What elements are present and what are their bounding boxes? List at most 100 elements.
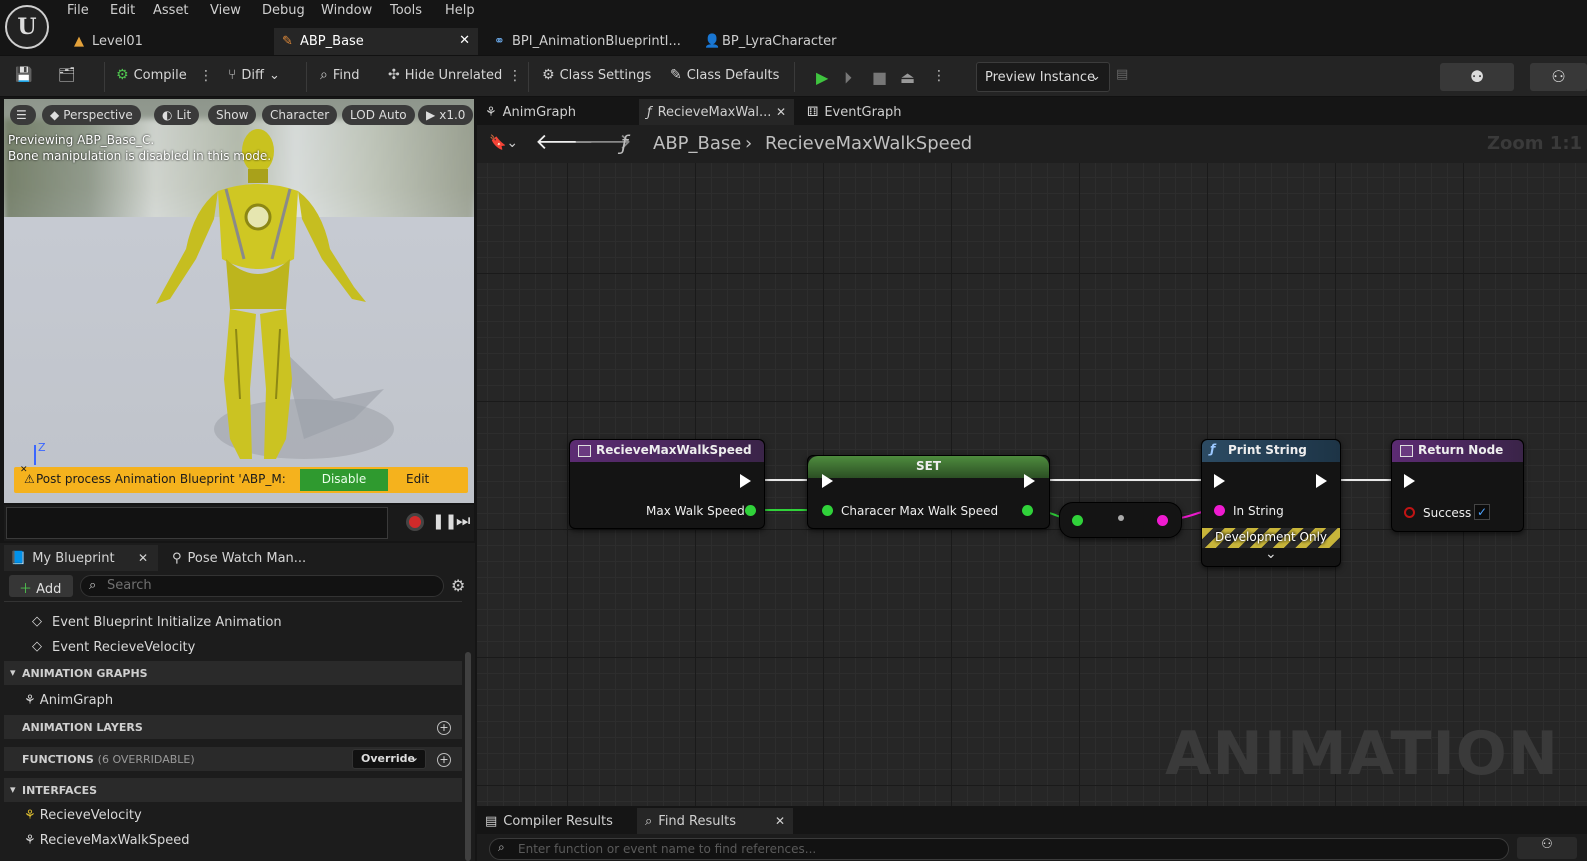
bool-in-pin[interactable] bbox=[1404, 507, 1415, 518]
step-forward-icon[interactable]: ⏭ bbox=[456, 511, 470, 531]
string-in-pin[interactable] bbox=[1214, 505, 1225, 516]
tab-eventgraph[interactable]: ⚅ EventGraph bbox=[799, 99, 949, 125]
function-entry-node[interactable]: RecieveMaxWalkSpeed Max Walk Speed bbox=[569, 439, 765, 529]
override-dropdown[interactable]: Override ⌄ bbox=[352, 749, 426, 769]
menu-help[interactable]: Help bbox=[445, 3, 475, 18]
success-checkbox[interactable]: ✓ bbox=[1474, 504, 1490, 520]
stop-icon[interactable]: ■ bbox=[872, 68, 887, 87]
exec-in-pin[interactable] bbox=[1404, 474, 1415, 488]
gear-icon[interactable]: ⚙ bbox=[451, 576, 465, 595]
float-out-pin[interactable] bbox=[1022, 505, 1033, 516]
find-button[interactable]: ⌕ Find bbox=[320, 67, 359, 83]
list-item-event-velocity[interactable]: ◇ Event RecieveVelocity bbox=[4, 639, 462, 655]
hide-unrelated-button[interactable]: ✣ Hide Unrelated bbox=[388, 67, 502, 83]
float-in-pin[interactable] bbox=[1072, 515, 1083, 526]
tab-my-blueprint[interactable]: 📘 My Blueprint ✕ bbox=[4, 545, 158, 571]
string-out-pin[interactable] bbox=[1157, 515, 1168, 526]
tab-compiler-results[interactable]: ▤ Compiler Results bbox=[477, 808, 633, 834]
edit-button[interactable]: Edit bbox=[406, 472, 429, 486]
step-icon[interactable]: ⏵ bbox=[844, 68, 852, 88]
tab-find-results[interactable]: ⌕ Find Results ✕ bbox=[637, 808, 793, 834]
disable-button[interactable]: Disable bbox=[300, 469, 388, 491]
close-icon[interactable]: ✕ bbox=[138, 551, 148, 565]
menu-view[interactable]: View bbox=[210, 3, 241, 18]
menu-edit[interactable]: Edit bbox=[110, 3, 135, 18]
section-animation-layers[interactable]: ANIMATION LAYERS bbox=[4, 715, 462, 739]
character-button[interactable]: Character bbox=[262, 105, 338, 125]
find-in-all-blueprints-button[interactable]: ⚇ bbox=[1517, 837, 1577, 859]
function-result-icon bbox=[1400, 445, 1413, 457]
bookmark-icon[interactable]: 🔖⌄ bbox=[489, 135, 518, 151]
eject-icon[interactable]: ⏏ bbox=[900, 68, 915, 87]
more-options-icon[interactable]: ⋮ bbox=[508, 68, 522, 84]
list-item-interface-velocity[interactable]: ⚘ RecieveVelocity bbox=[4, 808, 462, 823]
perspective-button[interactable]: ◆ Perspective bbox=[42, 105, 141, 125]
doc-tab-abp-base[interactable]: ✎ ABP_Base ✕ bbox=[274, 28, 478, 55]
add-button[interactable]: ＋ Add bbox=[9, 575, 73, 597]
play-options-icon[interactable]: ⋮ bbox=[932, 68, 946, 84]
return-node[interactable]: Return Node Success ✓ bbox=[1391, 439, 1524, 532]
unreal-logo[interactable]: U bbox=[5, 5, 49, 49]
menu-file[interactable]: File bbox=[67, 3, 89, 18]
exec-in-pin[interactable] bbox=[822, 474, 833, 488]
conversion-node[interactable] bbox=[1059, 502, 1182, 538]
doc-tab-bp-lyra[interactable]: 👤 BP_LyraCharacter bbox=[696, 28, 896, 55]
diff-button[interactable]: ⑂ Diff ⌄ bbox=[228, 67, 280, 83]
section-interfaces[interactable]: ▾ INTERFACES bbox=[4, 778, 462, 802]
scroll-edge bbox=[4, 601, 462, 607]
show-button[interactable]: Show bbox=[208, 105, 257, 125]
tab-recieve-max-walk-speed[interactable]: ƒ RecieveMaxWal... ✕ bbox=[639, 99, 794, 125]
timeline-scrubber[interactable] bbox=[6, 507, 388, 539]
float-in-pin[interactable] bbox=[822, 505, 833, 516]
exec-out-pin[interactable] bbox=[1316, 474, 1327, 488]
animation-mode-button[interactable]: ⚇ bbox=[1530, 63, 1587, 91]
tab-pose-watch[interactable]: ⚲ Pose Watch Man... bbox=[170, 545, 330, 571]
doc-tab-level01[interactable]: ▲ Level01 bbox=[66, 28, 266, 55]
record-icon[interactable] bbox=[406, 513, 424, 531]
skeleton-mode-button[interactable]: ⚉ bbox=[1440, 63, 1514, 91]
preview-instance-dropdown[interactable]: Preview Instance ⌄ bbox=[976, 62, 1110, 92]
breadcrumb-root[interactable]: ABP_Base bbox=[653, 133, 741, 154]
lit-button[interactable]: ◐ Lit bbox=[154, 105, 200, 125]
menu-debug[interactable]: Debug bbox=[262, 3, 305, 18]
print-string-node[interactable]: ƒ Print String In String Development Only… bbox=[1201, 439, 1341, 567]
add-function-icon[interactable]: + bbox=[437, 753, 451, 767]
close-icon[interactable]: ✕ bbox=[776, 105, 786, 119]
find-references-input[interactable]: ⌕ Enter function or event name to find r… bbox=[489, 838, 1509, 860]
graph-canvas[interactable]: RecieveMaxWalkSpeed Max Walk Speed SET C… bbox=[477, 163, 1587, 806]
playback-speed-button[interactable]: ▶ x1.0 bbox=[418, 105, 474, 125]
doc-tab-bpi[interactable]: ⚭ BPI_AnimationBlueprintI... bbox=[486, 28, 686, 55]
compile-options-icon[interactable]: ⋮ bbox=[199, 68, 213, 84]
exec-out-pin[interactable] bbox=[740, 474, 751, 488]
scrollbar[interactable] bbox=[465, 652, 471, 861]
compile-button[interactable]: ⚙ Compile bbox=[116, 67, 187, 83]
viewport-menu-button[interactable]: ☰ bbox=[10, 105, 36, 125]
list-item-animgraph[interactable]: ⚘ AnimGraph bbox=[4, 693, 462, 708]
menu-tools[interactable]: Tools bbox=[390, 3, 422, 18]
class-defaults-button[interactable]: ✎ Class Defaults bbox=[670, 67, 779, 83]
lod-button[interactable]: LOD Auto bbox=[342, 105, 415, 125]
add-layer-icon[interactable]: + bbox=[437, 721, 451, 735]
breadcrumb-leaf[interactable]: RecieveMaxWalkSpeed bbox=[765, 133, 972, 154]
browse-button[interactable]: 🗂 bbox=[58, 67, 76, 83]
exec-in-pin[interactable] bbox=[1214, 474, 1225, 488]
close-icon[interactable]: ✕ bbox=[775, 814, 785, 828]
preview-viewport[interactable]: ☰ ◆ Perspective ◐ Lit Show Character LOD A… bbox=[4, 99, 474, 503]
play-icon[interactable]: ▶ bbox=[816, 68, 828, 87]
float-out-pin[interactable] bbox=[745, 505, 756, 516]
list-item-interface-walkspeed[interactable]: ⚘ RecieveMaxWalkSpeed bbox=[4, 833, 462, 848]
section-animation-graphs[interactable]: ▾ ANIMATION GRAPHS bbox=[4, 661, 462, 685]
list-item-event-init[interactable]: ◇ Event Blueprint Initialize Animation bbox=[4, 614, 462, 630]
menu-asset[interactable]: Asset bbox=[153, 3, 189, 18]
search-input[interactable]: ⌕ Search bbox=[80, 575, 444, 597]
tab-animgraph[interactable]: ⚘ AnimGraph bbox=[477, 99, 627, 125]
save-button[interactable]: 💾 bbox=[15, 67, 32, 83]
set-node[interactable]: SET Characer Max Walk Speed bbox=[807, 455, 1050, 529]
class-settings-button[interactable]: ⚙ Class Settings bbox=[542, 67, 651, 83]
exec-out-pin[interactable] bbox=[1024, 474, 1035, 488]
pause-icon[interactable]: ❚❚ bbox=[432, 512, 457, 530]
menu-window[interactable]: Window bbox=[321, 3, 372, 18]
expand-chevron-icon[interactable]: ⌄ bbox=[1265, 546, 1277, 562]
close-icon[interactable]: ✕ bbox=[459, 33, 470, 48]
debug-filter-icon[interactable]: ▤ bbox=[1116, 67, 1128, 82]
